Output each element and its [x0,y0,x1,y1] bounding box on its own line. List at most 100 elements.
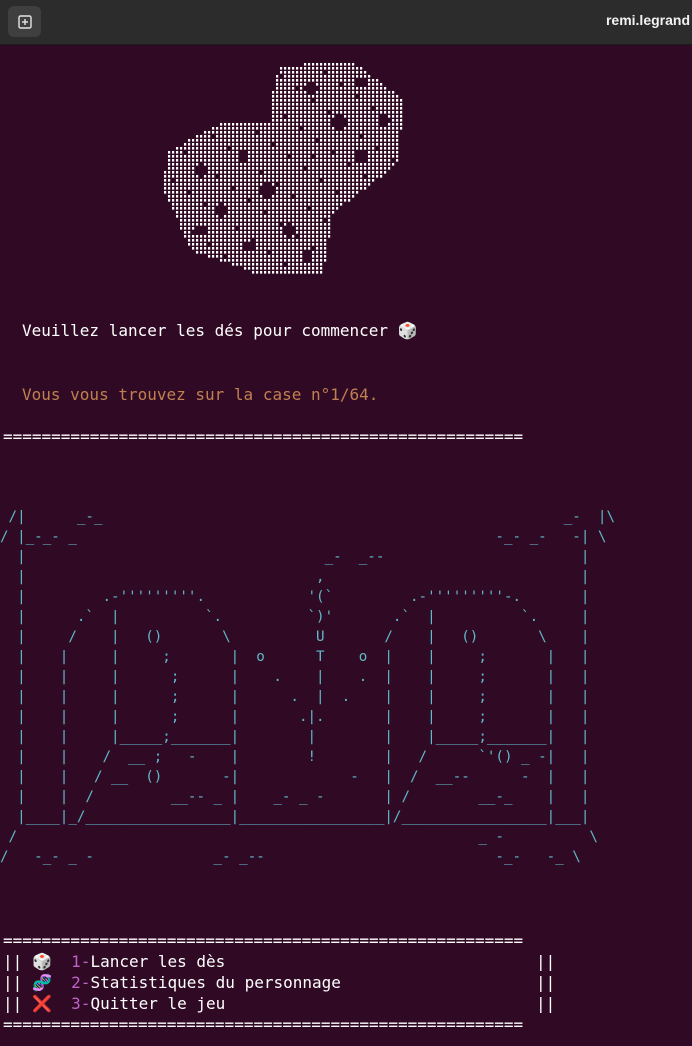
dice-dot [292,223,295,226]
dice-dot [376,103,379,106]
dice-dot [276,199,279,202]
dice-dot [380,159,383,162]
dice-dot [240,195,243,198]
dice-dot [272,231,275,234]
dice-dot [376,91,379,94]
dice-dot [252,155,255,158]
dice-dot [308,135,311,138]
dice-dot [224,183,227,186]
dice-dot [304,151,307,154]
dice-dot [244,187,247,190]
dice-dot [380,175,383,178]
dice-dot [304,67,307,70]
dice-dot [264,227,267,230]
dice-dot [328,147,331,150]
dice-dot [376,135,379,138]
dice-dot [208,235,211,238]
dice-dot [188,183,191,186]
dice-dot [360,175,363,178]
dice-dot [348,139,351,142]
dice-dot [268,135,271,138]
dice-dot [236,207,239,210]
dice-dot [192,191,195,194]
dice-dot [352,167,355,170]
dice-dot [184,167,187,170]
dice-dot [284,215,287,218]
dice-dot [292,95,295,98]
dice-dot [384,135,387,138]
dice-dot [280,231,283,234]
dice-dot [172,191,175,194]
dice-dot [244,227,247,230]
dice-dot [256,239,259,242]
dice-dot [292,83,295,86]
dice-dot [268,147,271,150]
dice-dot [356,107,359,110]
dice-dot [300,107,303,110]
dice-dot [212,155,215,158]
dice-dot [236,175,239,178]
dice-dot [364,183,367,186]
dice-dot [364,71,367,74]
new-tab-button[interactable] [8,6,41,37]
dice-dot [384,127,387,130]
dice-dot [228,159,231,162]
dice-dot [300,115,303,118]
dice-dot [352,191,355,194]
dice-dot [220,135,223,138]
dice-dot [312,231,315,234]
dice-dot [300,239,303,242]
menu-item-stats[interactable]: || 🧬 2-Statistiques du personnage || [3,972,555,993]
dice-dot [208,231,211,234]
menu-item-quit[interactable]: || ❌ 3-Quitter le jeu || [3,993,555,1014]
dice-dot [260,271,263,274]
dice-dot [308,163,311,166]
dice-dot [304,107,307,110]
dice-dot [168,155,171,158]
dice-dot [272,183,275,186]
dice-dot [312,63,315,66]
dice-dot [268,231,271,234]
dice-dot [240,223,243,226]
dice-dot [272,91,275,94]
dice-dot [340,107,343,110]
dice-dot [304,243,307,246]
dice-dot [300,167,303,170]
dice-dot [244,135,247,138]
dice-dot [280,259,283,262]
dice-dot [240,187,243,190]
dice-dot [264,147,267,150]
dice-dot [372,91,375,94]
dice-dot [256,223,259,226]
dice-dot [336,179,339,182]
dice-dot [332,107,335,110]
dice-dot [236,143,239,146]
dice-dot [264,131,267,134]
dice-dot [324,223,327,226]
dice-dot [316,199,319,202]
dice-dot [312,183,315,186]
dice-dot [312,131,315,134]
dice-dot [308,219,311,222]
menu-item-roll[interactable]: || 🎲 1-Lancer les dès || [3,951,555,972]
dice-dot [352,123,355,126]
dice-dot [216,219,219,222]
dice-dot [320,159,323,162]
dice-dot [320,271,323,274]
dice-dot [248,139,251,142]
dice-dot [308,243,311,246]
dice-dot [360,87,363,90]
dice-dot [388,103,391,106]
dice-dot [208,187,211,190]
dice-dot [276,271,279,274]
dice-dot [360,75,363,78]
dice-dot [272,115,275,118]
dice-dot [332,95,335,98]
dice-dot [220,131,223,134]
dice-dot [360,127,363,130]
dice-dot [320,191,323,194]
dice-dot [328,135,331,138]
dice-dot [240,123,243,126]
dice-dot [312,263,315,266]
terminal-area[interactable]: Veuillez lancer les dés pour commencer 🎲… [0,45,692,1046]
